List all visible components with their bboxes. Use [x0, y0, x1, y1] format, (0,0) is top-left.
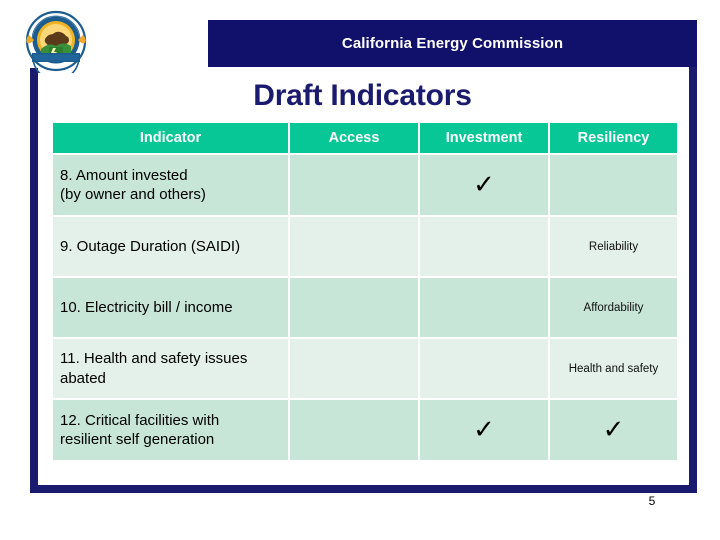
table-header-row: Indicator Access Investment Resiliency — [53, 123, 677, 153]
indicator-label-cell: 8. Amount invested (by owner and others) — [53, 155, 288, 215]
table-row: 11. Health and safety issues abated Heal… — [53, 339, 677, 398]
indicator-label-cell: 9. Outage Duration (SAIDI) — [53, 217, 288, 276]
page-title: Draft Indicators — [253, 79, 472, 112]
resiliency-cell: Reliability — [550, 217, 677, 276]
access-cell — [290, 278, 418, 337]
table-row: 8. Amount invested (by owner and others)… — [53, 155, 677, 215]
slide-canvas: California Energy Commission Draft Indic… — [0, 0, 720, 540]
investment-cell: ✓ — [420, 400, 548, 460]
indicator-label-line2: resilient self generation — [60, 431, 215, 448]
frame-right-border — [689, 20, 697, 493]
indicator-label-cell: 11. Health and safety issues abated — [53, 339, 288, 398]
indicator-label-line1: 8. Amount invested — [60, 166, 188, 184]
access-cell — [290, 339, 418, 398]
indicator-label-line2: abated — [60, 369, 106, 387]
table-row: 9. Outage Duration (SAIDI) Reliability — [53, 217, 677, 276]
access-cell — [290, 155, 418, 215]
resiliency-cell: Health and safety — [550, 339, 677, 398]
resiliency-cell — [550, 155, 677, 215]
access-cell — [290, 217, 418, 276]
indicator-label-line1: 9. Outage Duration (SAIDI) — [60, 237, 241, 255]
indicator-label-cell: 12. Critical facilities with resilient s… — [53, 400, 288, 460]
column-header-indicator: Indicator — [53, 123, 288, 153]
resiliency-cell: Affordability — [550, 278, 677, 337]
table-row: 12. Critical facilities with resilient s… — [53, 400, 677, 460]
column-header-resiliency: Resiliency — [550, 123, 677, 153]
draft-indicators-table: Indicator Access Investment Resiliency 8… — [51, 121, 679, 462]
investment-cell: ✓ — [420, 155, 548, 215]
california-energy-commission-seal-icon — [19, 9, 93, 81]
investment-cell — [420, 278, 548, 337]
indicator-label-line1: 11. Health and safety issues — [60, 350, 248, 368]
organization-name: California Energy Commission — [341, 35, 564, 52]
indicator-label-cell: 10. Electricity bill / income — [53, 278, 288, 337]
resiliency-cell: ✓ — [550, 400, 677, 460]
investment-cell — [420, 339, 548, 398]
indicator-label-line1: 10. Electricity bill / income — [60, 298, 233, 316]
column-header-investment: Investment — [420, 123, 548, 153]
page-number: 5 — [648, 494, 656, 508]
frame-bottom-border — [30, 485, 697, 493]
indicator-label-line1: 12. Critical facilities with — [60, 411, 220, 429]
table-row: 10. Electricity bill / income Affordabil… — [53, 278, 677, 337]
indicator-label-line2: (by owner and others) — [60, 186, 206, 203]
column-header-access: Access — [290, 123, 418, 153]
frame-left-border — [30, 68, 38, 493]
header-banner: California Energy Commission — [208, 20, 697, 67]
access-cell — [290, 400, 418, 460]
investment-cell — [420, 217, 548, 276]
